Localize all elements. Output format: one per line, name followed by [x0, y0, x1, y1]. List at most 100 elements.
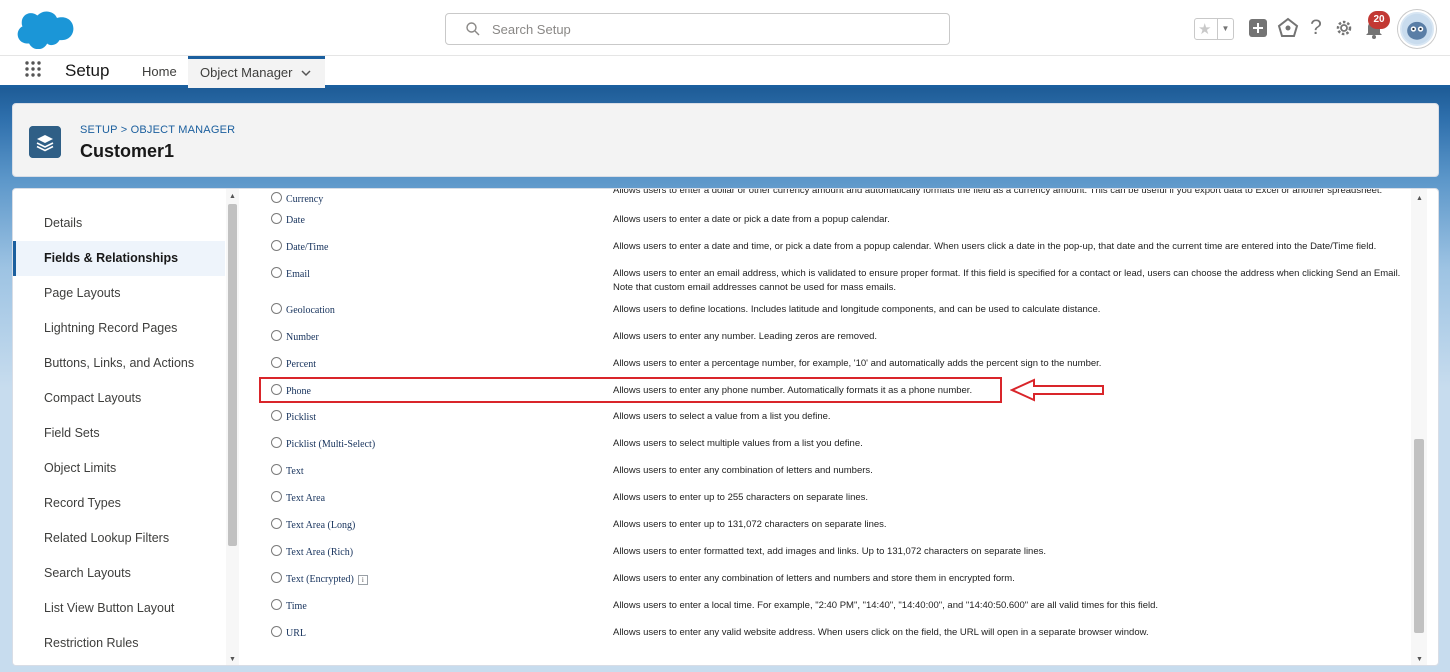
field-type-radio[interactable]: [271, 330, 282, 341]
field-type-description: Allows users to select multiple values f…: [613, 438, 863, 449]
chevron-down-icon[interactable]: [301, 68, 311, 78]
scroll-down-icon[interactable]: ▼: [228, 655, 237, 664]
field-type-name: Picklist: [286, 412, 317, 423]
field-type-description: Allows users to enter a local time. For …: [613, 600, 1159, 611]
field-type-name: Percent: [286, 359, 316, 370]
chevron-down-icon[interactable]: ▼: [1217, 19, 1233, 39]
field-type-label[interactable]: Text Area (Rich): [286, 547, 353, 558]
field-type-radio[interactable]: [271, 572, 282, 583]
help-icon[interactable]: ?: [1304, 16, 1328, 40]
field-type-label[interactable]: Date: [286, 215, 305, 226]
sidebar-item[interactable]: Details: [13, 206, 225, 241]
content-scrollbar[interactable]: ▲ ▼: [1411, 189, 1427, 665]
scroll-down-icon[interactable]: ▼: [1415, 655, 1424, 664]
field-type-radio[interactable]: [271, 518, 282, 529]
sidebar-item[interactable]: Buttons, Links, and Actions: [13, 346, 225, 381]
field-type-radio[interactable]: [271, 240, 282, 251]
field-type-label[interactable]: URL: [286, 628, 306, 639]
field-type-row[interactable]: Time Allows users to enter a local time. …: [251, 597, 1411, 623]
star-icon[interactable]: ★: [1198, 20, 1211, 38]
sidebar-item[interactable]: Page Layouts: [13, 276, 225, 311]
field-type-radio[interactable]: [271, 545, 282, 556]
field-type-row[interactable]: Text (Encrypted) i Allows users to enter a…: [251, 570, 1411, 596]
tab-object-manager-label: Object Manager: [200, 65, 293, 80]
scroll-up-icon[interactable]: ▲: [228, 192, 237, 201]
salesforce-logo[interactable]: [16, 9, 74, 49]
avatar[interactable]: [1398, 10, 1436, 48]
field-type-row[interactable]: Picklist Allows users to select a value f…: [251, 408, 1411, 434]
field-type-row[interactable]: Text Area (Long) Allows users to enter up…: [251, 516, 1411, 542]
field-type-radio[interactable]: [271, 491, 282, 502]
field-type-radio[interactable]: [271, 464, 282, 475]
breadcrumb[interactable]: SETUP > OBJECT MANAGER: [80, 124, 235, 136]
field-type-row[interactable]: URL Allows users to enter any valid websi…: [251, 624, 1411, 650]
field-type-label[interactable]: Number: [286, 332, 319, 343]
content-scroll-thumb[interactable]: [1414, 439, 1424, 633]
search-input[interactable]: [492, 19, 932, 39]
field-type-label[interactable]: Picklist: [286, 412, 316, 423]
search-box[interactable]: [445, 13, 950, 45]
field-type-description: Allows users to enter an email address, …: [613, 268, 1401, 293]
field-type-radio[interactable]: [271, 599, 282, 610]
gear-icon[interactable]: [1332, 16, 1356, 40]
field-type-radio[interactable]: [271, 303, 282, 314]
sidebar-item[interactable]: Restriction Rules: [13, 626, 225, 661]
field-type-radio[interactable]: [271, 357, 282, 368]
sidebar-item[interactable]: Fields & Relationships: [13, 241, 225, 276]
sidebar-item[interactable]: Search Layouts: [13, 556, 225, 591]
app-launcher-icon[interactable]: [24, 60, 42, 78]
field-type-name: Text Area (Long): [286, 520, 356, 531]
scroll-up-icon[interactable]: ▲: [1415, 194, 1424, 203]
field-type-radio[interactable]: [271, 192, 282, 203]
favorites-button[interactable]: ★ ▼: [1194, 18, 1234, 40]
field-type-label[interactable]: Text Area: [286, 493, 325, 504]
field-type-label[interactable]: Text (Encrypted) i: [286, 574, 368, 585]
sidebar-item[interactable]: Object Limits: [13, 451, 225, 486]
field-type-label[interactable]: Currency: [286, 194, 323, 205]
field-type-description: Allows users to enter a date or pick a d…: [613, 214, 890, 225]
field-type-label[interactable]: Text: [286, 466, 304, 477]
field-type-label[interactable]: Email: [286, 269, 310, 280]
field-type-radio[interactable]: [271, 626, 282, 637]
sidebar-item[interactable]: List View Button Layout: [13, 591, 225, 626]
field-type-radio[interactable]: [271, 437, 282, 448]
app-nav-bar: Setup Home Object Manager: [0, 56, 1450, 88]
field-type-description: Allows users to enter any combination of…: [613, 573, 1015, 584]
add-icon[interactable]: [1246, 16, 1270, 40]
field-type-name: Currency: [286, 194, 324, 205]
field-type-row[interactable]: Geolocation Allows users to define locati…: [251, 301, 1411, 327]
field-type-row[interactable]: Number Allows users to enter any number. …: [251, 328, 1411, 354]
field-type-description: Allows users to enter any valid website …: [613, 627, 1149, 638]
field-type-row[interactable]: Picklist (Multi-Select) Allows users to s…: [251, 435, 1411, 461]
tab-object-manager[interactable]: Object Manager: [188, 56, 325, 88]
field-type-row[interactable]: Text Area Allows users to enter up to 255…: [251, 489, 1411, 515]
field-type-label[interactable]: Date/Time: [286, 242, 328, 253]
sidebar-item[interactable]: Record Types: [13, 486, 225, 521]
field-type-name: Text Area: [286, 493, 326, 504]
sidebar-item[interactable]: Compact Layouts: [13, 381, 225, 416]
field-type-row[interactable]: Text Area (Rich) Allows users to enter fo…: [251, 543, 1411, 569]
field-type-label[interactable]: Picklist (Multi-Select): [286, 439, 375, 450]
object-header: SETUP > OBJECT MANAGER Customer1: [12, 103, 1439, 177]
sidebar-scroll-thumb[interactable]: [228, 204, 237, 546]
sidebar-item[interactable]: Related Lookup Filters: [13, 521, 225, 556]
field-type-label[interactable]: Time: [286, 601, 307, 612]
field-type-label[interactable]: Percent: [286, 359, 316, 370]
field-type-row[interactable]: Date/Time Allows users to enter a date an…: [251, 238, 1411, 264]
sidebar-item[interactable]: Field Sets: [13, 416, 225, 451]
field-type-name: Geolocation: [286, 305, 335, 316]
field-type-description: Allows users to enter any combination of…: [613, 465, 873, 476]
tab-home[interactable]: Home: [130, 56, 189, 88]
field-type-row[interactable]: Text Allows users to enter any combinatio…: [251, 462, 1411, 488]
field-type-radio[interactable]: [271, 213, 282, 224]
field-type-row[interactable]: Email Allows users to enter an email addr…: [251, 265, 1411, 293]
field-type-row[interactable]: Date Allows users to enter a date or pick…: [251, 211, 1411, 237]
field-type-radio[interactable]: [271, 267, 282, 278]
sidebar-scrollbar[interactable]: ▲ ▼: [226, 189, 239, 665]
trailhead-icon[interactable]: [1276, 16, 1300, 40]
sidebar-item[interactable]: Lightning Record Pages: [13, 311, 225, 346]
info-icon[interactable]: i: [357, 574, 368, 585]
field-type-label[interactable]: Geolocation: [286, 305, 335, 316]
field-type-label[interactable]: Text Area (Long): [286, 520, 355, 531]
field-type-radio[interactable]: [271, 410, 282, 421]
